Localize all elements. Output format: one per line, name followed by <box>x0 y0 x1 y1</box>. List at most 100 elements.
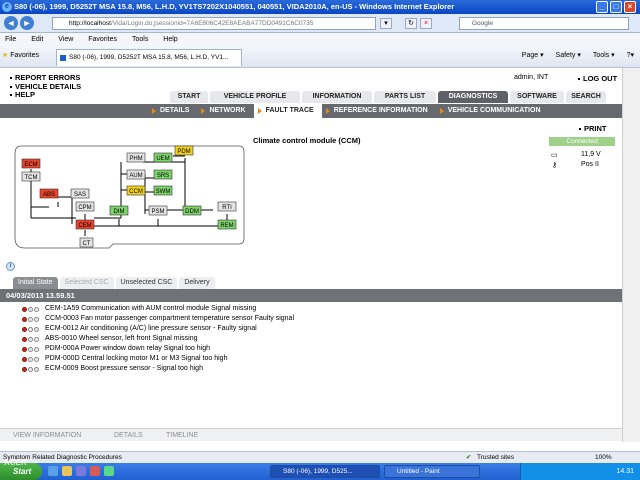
module-ddm[interactable]: DDM <box>182 205 202 216</box>
module-ct[interactable]: CT <box>79 237 94 248</box>
module-label: REM <box>220 223 233 229</box>
menu-tools[interactable]: Tools <box>132 36 148 43</box>
quicklaunch-desktop-icon[interactable] <box>76 466 86 476</box>
module-cpm[interactable]: CPM <box>75 201 95 212</box>
command-bar: Page ▾ Safety ▾ Tools ▾ ?▾ <box>512 51 634 59</box>
module-sas[interactable]: SAS <box>70 188 90 199</box>
module-rti[interactable]: RTI <box>217 201 237 212</box>
fault-tab-initial-state[interactable]: Initial State <box>13 277 58 289</box>
minimize-button[interactable]: _ <box>596 1 608 13</box>
safety-menu[interactable]: Safety ▾ <box>556 52 581 59</box>
fault-tab-unselected-csc[interactable]: Unselected CSC <box>115 277 178 289</box>
module-tcm[interactable]: TCM <box>21 171 41 182</box>
module-phm[interactable]: PHM <box>126 152 146 163</box>
module-cem[interactable]: CEM <box>75 219 95 230</box>
close-button[interactable]: × <box>624 1 636 13</box>
quicklaunch-app2-icon[interactable] <box>104 466 114 476</box>
tab-vehicle-profile[interactable]: VEHICLE PROFILE <box>210 91 300 103</box>
module-rem[interactable]: REM <box>217 219 237 230</box>
info-icon[interactable]: i <box>6 262 15 271</box>
menu-help[interactable]: Help <box>163 36 177 43</box>
help-link[interactable]: HELP <box>10 90 81 100</box>
fault-list: CEM-1A59 Communication with AUM control … <box>22 304 294 374</box>
module-psm[interactable]: PSM <box>148 205 168 216</box>
subtab-fault-trace[interactable]: FAULT TRACE <box>253 104 322 118</box>
module-srs[interactable]: SRS <box>153 169 173 180</box>
taskbar-item-paint[interactable]: Untitled - Paint <box>384 465 480 478</box>
search-input[interactable]: Google <box>459 17 629 30</box>
subtab-reference-information[interactable]: REFERENCE INFORMATION <box>322 104 436 118</box>
fault-row[interactable]: ABS-0010 Wheel sensor, left front Signal… <box>22 334 294 344</box>
module-abs[interactable]: ABS <box>39 188 59 199</box>
quicklaunch-folder-icon[interactable] <box>62 466 72 476</box>
module-uem[interactable]: UEM <box>153 152 173 163</box>
details-tab[interactable]: DETAILS <box>114 429 143 442</box>
fault-text: ECM-0009 Boost pressure sensor - Signal … <box>45 365 203 372</box>
module-label: CPM <box>78 205 91 211</box>
tab-software[interactable]: SOFTWARE <box>510 91 564 103</box>
view-information-tab[interactable]: VIEW INFORMATION <box>13 429 81 442</box>
tab-information[interactable]: INFORMATION <box>302 91 372 103</box>
favorites-label: Favorites <box>10 52 40 59</box>
menu-bar: File Edit View Favorites Tools Help <box>0 33 640 46</box>
print-link[interactable]: PRINT <box>579 124 607 133</box>
menu-view[interactable]: View <box>58 36 73 43</box>
module-label: PHM <box>129 156 142 162</box>
module-label: DDM <box>185 209 199 215</box>
menu-favorites[interactable]: Favorites <box>88 36 117 43</box>
module-aum[interactable]: AUM <box>126 169 146 180</box>
browser-tab[interactable]: S80 (-06), 1999, D5252T MSA 15.8, M56, L… <box>56 49 242 66</box>
bus-lines <box>30 155 228 236</box>
module-dim[interactable]: DIM <box>109 205 129 216</box>
module-label: CEM <box>78 223 91 229</box>
fault-text: ECM-0012 Air conditioning (A/C) line pre… <box>45 325 257 332</box>
back-button[interactable]: ◄ <box>4 16 18 30</box>
fault-text: CCM-0003 Fan motor passenger compartment… <box>45 315 294 322</box>
fault-tab-delivery[interactable]: Delivery <box>179 277 215 289</box>
module-ccm[interactable]: CCM <box>126 185 146 196</box>
fault-row[interactable]: CCM-0003 Fan motor passenger compartment… <box>22 314 294 324</box>
subtab-network[interactable]: NETWORK <box>197 104 253 118</box>
forward-button[interactable]: ► <box>20 16 34 30</box>
stop-button[interactable]: × <box>420 18 432 29</box>
menu-file[interactable]: File <box>5 36 16 43</box>
quicklaunch-ie-icon[interactable] <box>48 466 58 476</box>
module-swm[interactable]: SWM <box>153 185 173 196</box>
fault-tab-selected-csc[interactable]: Selected CSC <box>59 277 114 289</box>
fault-row[interactable]: PDM-000A Power window down relay Signal … <box>22 344 294 354</box>
maximize-button[interactable]: □ <box>610 1 622 13</box>
tab-start[interactable]: START <box>170 91 208 103</box>
subtab-vehicle-communication[interactable]: VEHICLE COMMUNICATION <box>436 104 549 118</box>
favorites-bar: ★ Favorites S80 (-06), 1999, D5252T MSA … <box>0 46 640 68</box>
taskbar-item-ie[interactable]: S80 (-06), 1999, D525... <box>270 465 380 478</box>
favorites-button[interactable]: ★ Favorites <box>2 51 39 59</box>
fault-row[interactable]: ECM-0009 Boost pressure sensor - Signal … <box>22 364 294 374</box>
fault-row[interactable]: ECM-0012 Air conditioning (A/C) line pre… <box>22 324 294 334</box>
fault-text: PDM-000A Power window down relay Signal … <box>45 345 210 352</box>
tab-search[interactable]: SEARCH <box>566 91 606 103</box>
tools-menu[interactable]: Tools ▾ <box>593 52 615 59</box>
tab-diagnostics[interactable]: DIAGNOSTICS <box>438 91 508 103</box>
quicklaunch-app-icon[interactable] <box>90 466 100 476</box>
module-pdm[interactable]: PDM <box>174 145 194 156</box>
fault-row[interactable]: CEM-1A59 Communication with AUM control … <box>22 304 294 314</box>
subtab-details[interactable]: DETAILS <box>148 104 197 118</box>
module-label: SAS <box>74 192 86 198</box>
module-label: SWM <box>156 189 171 195</box>
menu-edit[interactable]: Edit <box>31 36 43 43</box>
module-ecm[interactable]: ECM <box>21 158 41 169</box>
fault-row[interactable]: PDM-000D Central locking motor M1 or M3 … <box>22 354 294 364</box>
page-menu[interactable]: Page ▾ <box>522 52 544 59</box>
module-label: RTI <box>222 205 232 211</box>
tab-parts-list[interactable]: PARTS LIST <box>374 91 436 103</box>
battery-icon: ▭ <box>551 152 558 159</box>
page-scrollbar[interactable] <box>622 68 640 442</box>
timeline-tab[interactable]: TIMELINE <box>166 429 198 442</box>
logout-link[interactable]: LOG OUT <box>578 74 617 83</box>
window-titlebar: e S80 (-06), 1999, D5252T MSA 15.8, M56,… <box>0 0 640 14</box>
url-input[interactable]: http://localhost/Vida/Login.do;jsessioni… <box>52 17 376 30</box>
compat-view-button[interactable]: ▾ <box>380 18 392 29</box>
help-menu[interactable]: ?▾ <box>627 52 634 59</box>
refresh-button[interactable]: ↻ <box>405 18 417 29</box>
network-diagram: ECM TCM ABS SAS CPM CEM CT PHM AUM CCM UEM SRS SWM PD… <box>14 145 245 249</box>
